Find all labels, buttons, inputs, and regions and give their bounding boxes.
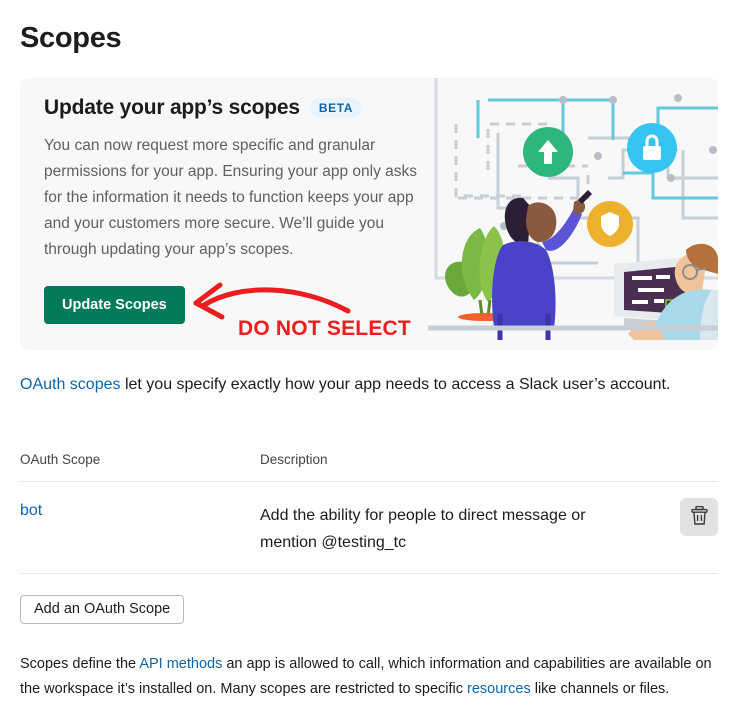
promo-illustration (428, 78, 718, 350)
update-scopes-button[interactable]: Update Scopes (44, 286, 185, 324)
scopes-footer-note: Scopes define the API methods an app is … (20, 652, 720, 702)
table-row: bot Add the ability for people to direct… (20, 482, 718, 582)
promo-body-text: You can now request more specific and gr… (44, 137, 418, 258)
delete-scope-button[interactable] (680, 498, 718, 536)
scope-description-cell: Add the ability for people to direct mes… (260, 502, 658, 556)
promo-heading: Update your app’s scopes (44, 96, 300, 119)
table-header-row: OAuth Scope Description (20, 452, 718, 481)
table-bottom-divider (20, 573, 718, 574)
oauth-intro-rest: let you specify exactly how your app nee… (120, 376, 671, 393)
oauth-scopes-intro: OAuth scopes let you specify exactly how… (20, 371, 700, 398)
scope-link-bot[interactable]: bot (20, 502, 42, 519)
footer-part-1: Scopes define the (20, 656, 140, 672)
oauth-scopes-table: OAuth Scope Description bot Add the abil… (20, 452, 718, 582)
footer-part-3: like channels or files. (530, 681, 670, 697)
column-header-description: Description (260, 452, 328, 467)
scope-actions-cell (658, 498, 718, 536)
do-not-select-label: DO NOT SELECT (238, 317, 411, 340)
api-methods-link[interactable]: API methods (139, 656, 222, 672)
scope-name-cell: bot (20, 502, 260, 520)
column-header-scope: OAuth Scope (20, 452, 101, 467)
scopes-page: Scopes Update your app’s scopes BETA You… (0, 0, 732, 713)
trash-icon (690, 505, 708, 528)
resources-link[interactable]: resources (467, 681, 531, 697)
add-oauth-scope-button[interactable]: Add an OAuth Scope (20, 595, 185, 624)
scope-description-text: Add the ability for people to direct mes… (260, 507, 586, 551)
column-header-actions (658, 452, 718, 467)
page-title: Scopes (20, 22, 122, 54)
beta-badge: BETA (309, 98, 363, 118)
promo-text-block: Update your app’s scopes BETA You can no… (44, 96, 444, 263)
update-scopes-promo-card: Update your app’s scopes BETA You can no… (20, 78, 718, 350)
oauth-scopes-link[interactable]: OAuth scopes (20, 376, 121, 393)
